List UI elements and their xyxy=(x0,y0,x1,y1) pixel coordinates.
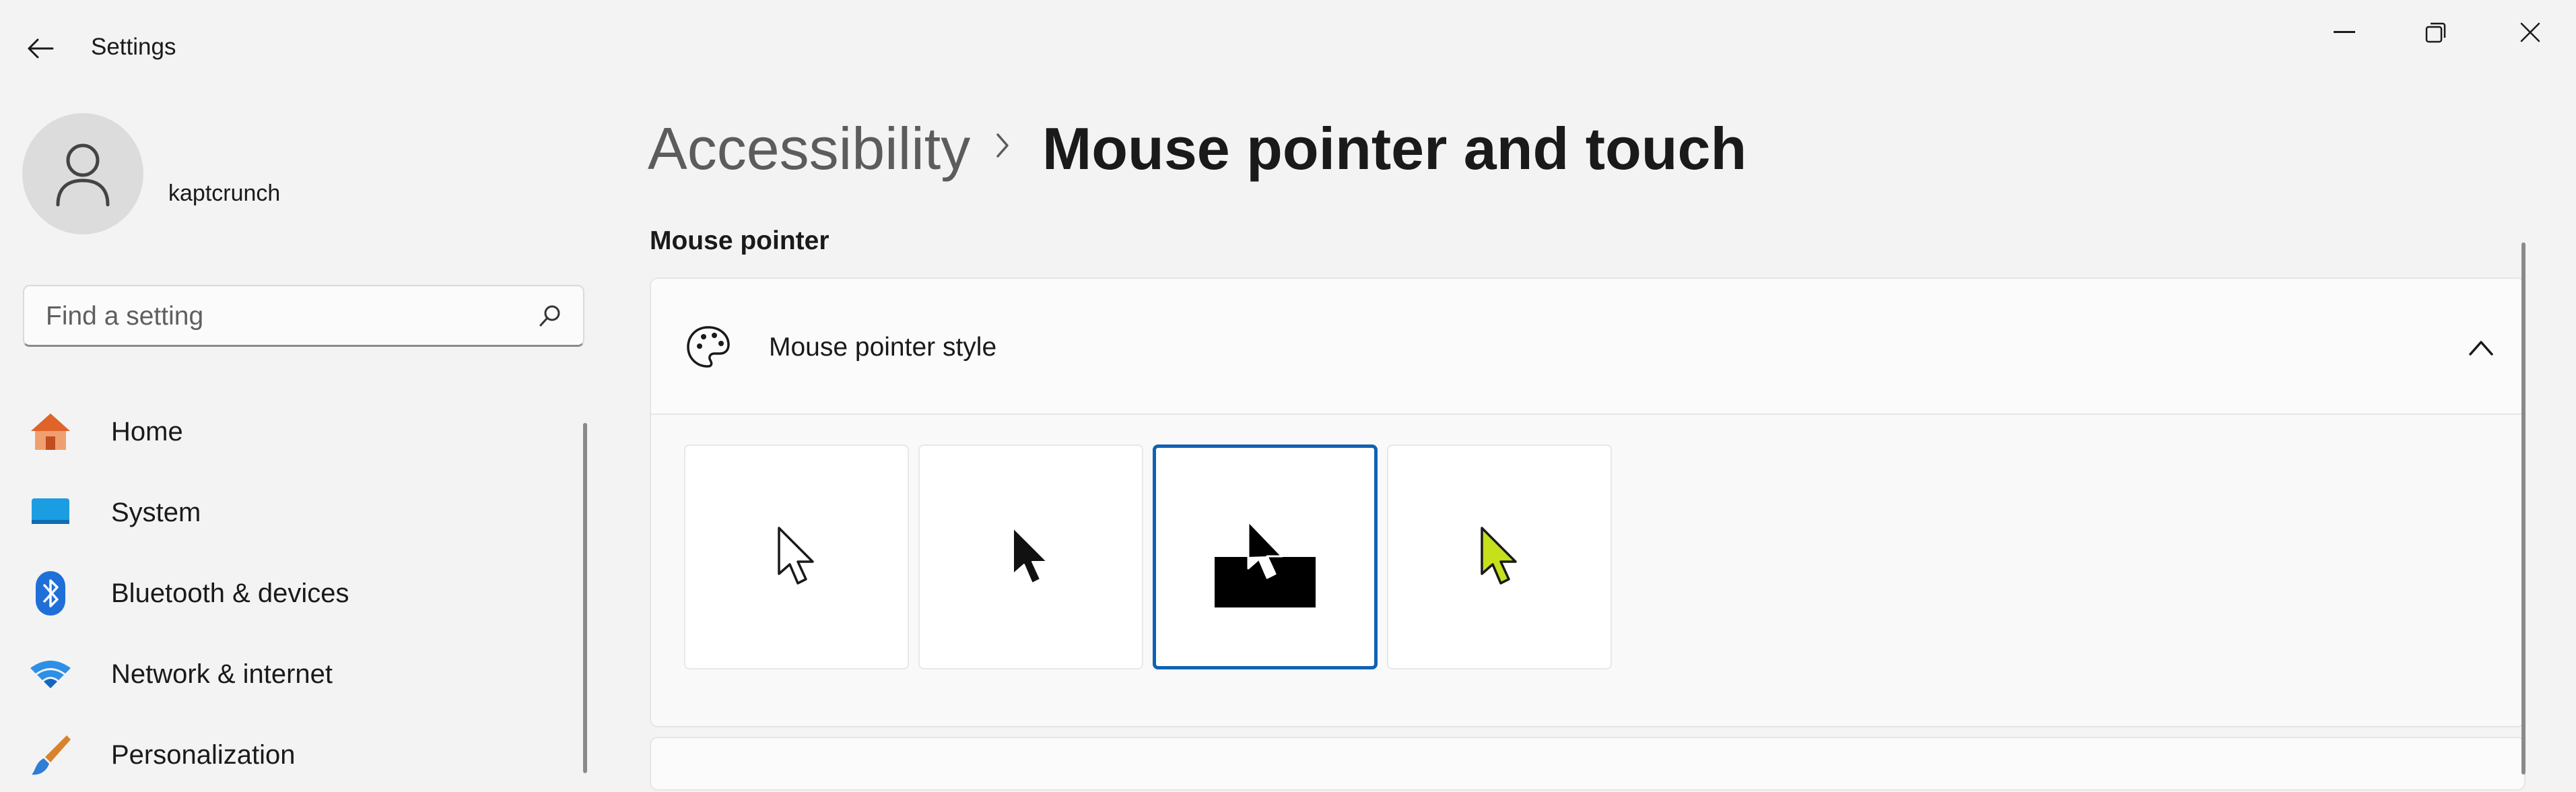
inverted-pointer-icon xyxy=(1215,506,1316,607)
mouse-pointer-style-header[interactable]: Mouse pointer style xyxy=(651,279,2524,415)
chevron-up-icon[interactable] xyxy=(2466,335,2496,360)
sidebar-item-home[interactable]: Home xyxy=(27,395,566,469)
avatar[interactable] xyxy=(22,113,143,234)
pointer-style-white[interactable] xyxy=(684,444,909,669)
search-input[interactable] xyxy=(44,286,518,347)
sidebar-scrollbar[interactable] xyxy=(583,423,587,773)
main-scrollbar[interactable] xyxy=(2521,242,2526,774)
section-heading: Mouse pointer xyxy=(650,226,829,255)
page-title: Mouse pointer and touch xyxy=(1042,115,1747,182)
person-icon xyxy=(56,143,110,207)
home-icon xyxy=(27,408,74,455)
pointer-style-black[interactable] xyxy=(918,444,1143,669)
minimize-button[interactable] xyxy=(2299,0,2390,65)
sidebar-item-label: Bluetooth & devices xyxy=(111,578,349,608)
restore-icon xyxy=(2425,22,2446,43)
custom-color-pointer-icon xyxy=(1481,527,1517,585)
restore-button[interactable] xyxy=(2390,0,2482,65)
pointer-style-custom[interactable] xyxy=(1387,444,1612,669)
wifi-icon xyxy=(27,651,74,698)
arrow-left-icon xyxy=(28,38,54,59)
sidebar-item-label: Home xyxy=(111,416,183,447)
black-pointer-icon xyxy=(1013,527,1048,584)
sidebar-item-label: Personalization xyxy=(111,739,296,770)
close-icon xyxy=(2520,22,2540,42)
app-title: Settings xyxy=(91,34,176,60)
sidebar-item-network[interactable]: Network & internet xyxy=(27,637,566,711)
sidebar-item-bluetooth[interactable]: Bluetooth & devices xyxy=(27,556,566,630)
bluetooth-icon xyxy=(27,570,74,617)
pointer-style-inverted[interactable] xyxy=(1153,444,1378,669)
minimize-icon xyxy=(2334,31,2355,33)
mouse-pointer-style-title: Mouse pointer style xyxy=(769,333,997,362)
sidebar-item-personalization[interactable]: Personalization xyxy=(27,718,566,792)
search-box[interactable] xyxy=(23,285,584,347)
back-button[interactable] xyxy=(13,24,67,73)
sidebar-item-label: Network & internet xyxy=(111,659,333,689)
close-button[interactable] xyxy=(2484,0,2576,65)
palette-icon xyxy=(687,326,730,368)
chevron-right-icon xyxy=(996,133,1009,158)
sidebar-item-system[interactable]: System xyxy=(27,475,566,550)
next-setting-card[interactable] xyxy=(650,737,2526,791)
system-icon xyxy=(27,489,74,536)
user-name: kaptcrunch xyxy=(168,180,281,206)
white-pointer-icon xyxy=(778,527,814,585)
brush-icon xyxy=(27,731,74,779)
breadcrumb-parent[interactable]: Accessibility xyxy=(648,114,970,183)
search-icon[interactable] xyxy=(539,304,563,328)
sidebar-item-label: System xyxy=(111,497,201,527)
